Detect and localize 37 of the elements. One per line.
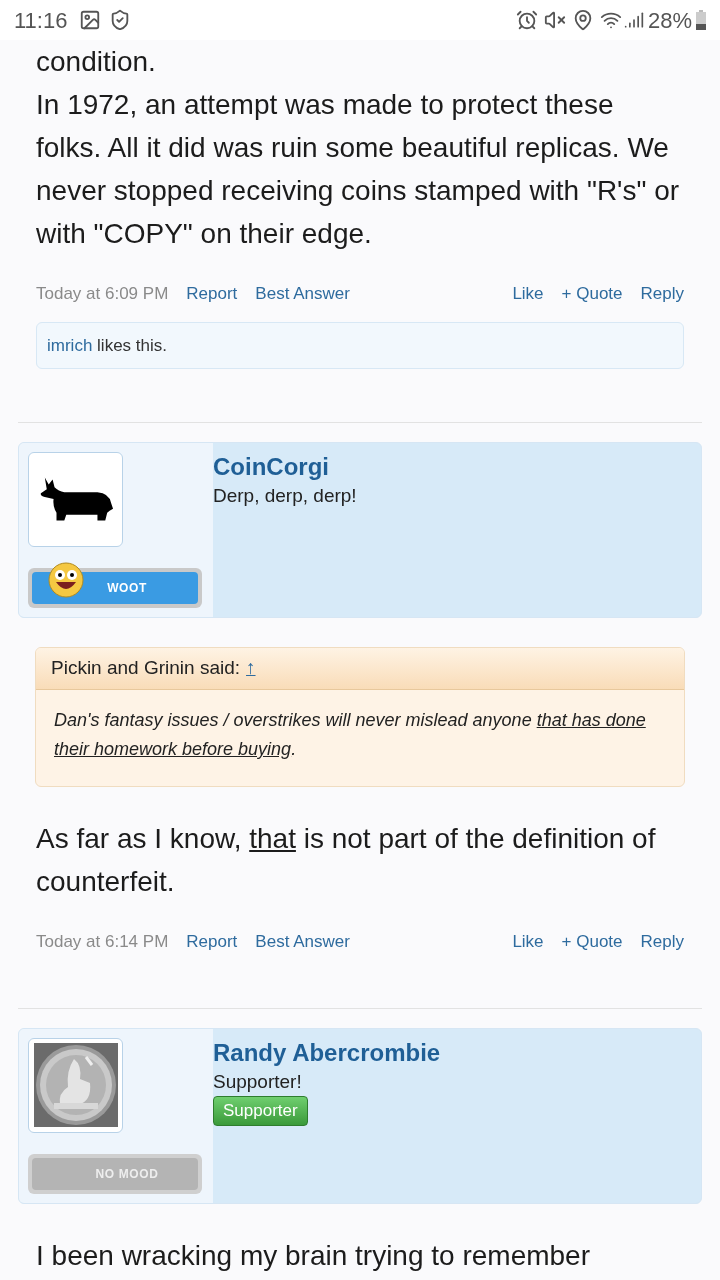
post-action-link[interactable]: Best Answer xyxy=(255,929,350,955)
user-title: Derp, derp, derp! xyxy=(213,484,357,508)
clock: 11:16 xyxy=(14,6,68,35)
post-text: As far as I know, that is not part of the definition of counterfeit. xyxy=(36,822,657,899)
post-action-link[interactable]: Like xyxy=(512,929,544,955)
post-text: In 1972, an attempt was made to protect these folks. All it did was ruin some beautiful replicas. We never stopped receiving coins stamped with "R's" or with "COPY" on their edge. xyxy=(36,88,681,251)
user-avatar[interactable] xyxy=(28,452,123,547)
post-action-link[interactable]: Like xyxy=(512,281,544,307)
post-text: condition. xyxy=(36,45,157,79)
liker-link[interactable]: imrich xyxy=(47,335,93,355)
battery-icon xyxy=(696,10,706,30)
post-text: I been wracking my brain trying to remember xyxy=(36,1238,591,1273)
likes-text: likes this. xyxy=(97,335,167,355)
user-title: Supporter! xyxy=(213,1069,302,1094)
post-action-link[interactable]: Report xyxy=(186,929,238,955)
signal-icon xyxy=(623,10,644,30)
post-action-link[interactable]: Reply xyxy=(640,281,684,307)
username-link[interactable]: CoinCorgi xyxy=(213,451,329,483)
username-link[interactable]: Randy Abercrombie xyxy=(213,1036,441,1069)
post-timestamp: Today at 6:14 PM xyxy=(36,931,169,953)
quote-text: Dan's fantasy issues / overstrikes will never mislead anyone that has done their homework before buying. xyxy=(53,709,647,761)
post-timestamp: Today at 6:09 PM xyxy=(36,283,169,305)
post-action-link[interactable]: Reply xyxy=(640,929,684,955)
post-action-link[interactable]: Best Answer xyxy=(255,281,350,307)
post-action-link[interactable]: Report xyxy=(186,281,238,307)
supporter-banner: Supporter xyxy=(213,1095,308,1126)
post-action-link[interactable]: + Quote xyxy=(561,281,623,307)
post-action-link[interactable]: + Quote xyxy=(561,929,623,955)
grinning-emoji-icon xyxy=(48,562,84,598)
alarm-icon xyxy=(515,9,538,31)
mute-icon xyxy=(543,9,566,31)
jump-to-quote-link[interactable]: ↑ xyxy=(246,654,256,683)
mood-label: WOOT xyxy=(106,580,147,597)
image-icon xyxy=(79,9,102,31)
quote-author: Pickin and Grinin said: xyxy=(51,656,241,681)
battery-percent: 28% xyxy=(647,6,692,35)
mood-label: NO MOOD xyxy=(94,1165,159,1183)
